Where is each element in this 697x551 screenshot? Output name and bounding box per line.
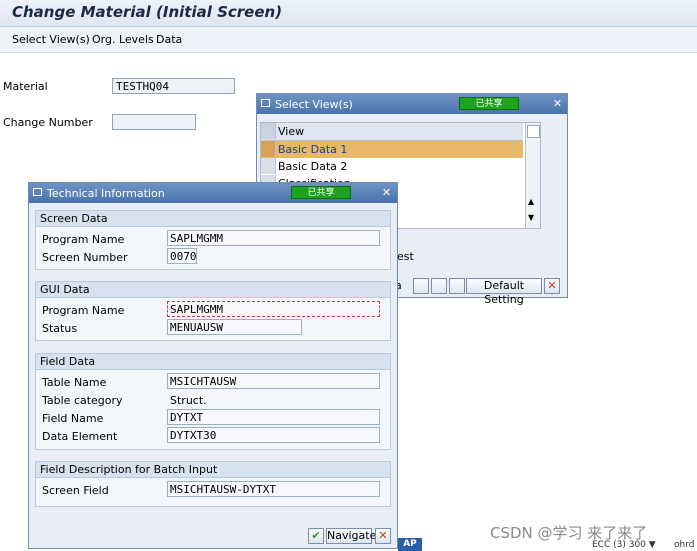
view-item-label: Basic Data 1 xyxy=(278,143,348,156)
window-icon xyxy=(261,99,270,107)
vertical-scrollbar[interactable]: ▲ ▼ xyxy=(525,123,540,228)
technical-information-dialog: Technical Information 已共享 ✕ Screen Data … xyxy=(28,182,398,549)
scroll-checkbox[interactable] xyxy=(527,125,540,138)
screen-number-label: Screen Number xyxy=(42,251,128,264)
scroll-up-icon[interactable]: ▲ xyxy=(528,197,534,206)
field-data-group: Field Data Table Name MSICHTAUSW Table c… xyxy=(35,353,391,450)
default-setting-button[interactable]: Default Setting xyxy=(466,278,542,306)
batch-input-group: Field Description for Batch Input Screen… xyxy=(35,461,391,507)
window-icon xyxy=(33,188,42,196)
change-number-input[interactable] xyxy=(112,114,196,130)
select-views-title: Select View(s) xyxy=(275,98,353,111)
view-item-label: Basic Data 2 xyxy=(278,160,348,173)
field-name-field[interactable]: DYTXT xyxy=(167,409,380,425)
deselect-all-icon[interactable] xyxy=(431,278,447,294)
watermark: CSDN @学习 来了来了 xyxy=(490,524,648,542)
group-title: Field Data xyxy=(36,354,390,370)
select-all-icon[interactable] xyxy=(413,278,429,294)
scroll-down-icon[interactable]: ▼ xyxy=(528,213,534,222)
shared-badge: 已共享 xyxy=(459,97,519,110)
change-number-label: Change Number xyxy=(3,116,93,129)
page-title: Change Material (Initial Screen) xyxy=(12,3,283,21)
group-title: Field Description for Batch Input xyxy=(36,462,390,478)
select-all-cell[interactable] xyxy=(261,123,276,139)
navigate-button[interactable]: Navigate xyxy=(326,528,376,544)
save-icon[interactable] xyxy=(449,278,465,294)
data-element-label: Data Element xyxy=(42,430,118,443)
field-name-label: Field Name xyxy=(42,412,104,425)
table-category-label: Table category xyxy=(42,394,123,407)
menu-select-views[interactable]: Select View(s) xyxy=(12,33,90,46)
table-name-label: Table Name xyxy=(42,376,107,389)
gui-program-name-label: Program Name xyxy=(42,304,125,317)
menu-org-levels[interactable]: Org. Levels xyxy=(92,33,154,46)
list-item[interactable]: Basic Data 2 xyxy=(261,158,523,175)
table-category-value: Struct. xyxy=(170,394,207,407)
technical-info-title: Technical Information xyxy=(47,187,165,200)
select-views-title-bar: Select View(s) 已共享 ✕ xyxy=(257,94,567,114)
cancel-icon[interactable]: ✕ xyxy=(544,278,560,294)
screen-field-label: Screen Field xyxy=(42,484,109,497)
program-name-field[interactable]: SAPLMGMM xyxy=(167,230,380,246)
gui-program-name-field[interactable]: SAPLMGMM xyxy=(167,301,380,317)
close-icon[interactable]: ✕ xyxy=(380,186,393,199)
column-header-view: View xyxy=(278,125,305,138)
screen-field-field[interactable]: MSICHTAUSW-DYTXT xyxy=(167,481,380,497)
group-title: Screen Data xyxy=(36,211,390,227)
cancel-icon[interactable]: ✕ xyxy=(375,528,391,544)
menu-data[interactable]: Data xyxy=(156,33,182,46)
close-icon[interactable]: ✕ xyxy=(551,97,564,110)
row-selector[interactable] xyxy=(261,141,276,157)
technical-info-title-bar: Technical Information 已共享 ✕ xyxy=(29,183,397,203)
data-element-field[interactable]: DYTXT30 xyxy=(167,427,380,443)
material-input[interactable]: TESTHQ04 xyxy=(112,78,235,94)
table-name-field[interactable]: MSICHTAUSW xyxy=(167,373,380,389)
program-name-label: Program Name xyxy=(42,233,125,246)
host-info: ohrd xyxy=(674,540,695,550)
list-item[interactable]: Basic Data 1 xyxy=(261,141,523,158)
screen-data-group: Screen Data Program Name SAPLMGMM Screen… xyxy=(35,210,391,270)
status-label: Status xyxy=(42,322,78,335)
menu-bar: Select View(s) Org. Levels Data xyxy=(0,27,697,53)
row-selector[interactable] xyxy=(261,158,276,174)
status-field[interactable]: MENUAUSW xyxy=(167,319,302,335)
partial-option-text: est xyxy=(397,250,414,263)
screen-number-field[interactable]: 0070 xyxy=(167,248,197,264)
window-title-bar: Change Material (Initial Screen) xyxy=(0,0,697,27)
views-list-header: View xyxy=(261,123,523,141)
shared-badge: 已共享 xyxy=(291,186,351,199)
ok-check-icon[interactable]: ✔ xyxy=(308,528,324,544)
group-title: GUI Data xyxy=(36,282,390,298)
material-label: Material xyxy=(3,80,48,93)
select-views-toolbar: a Default Setting ✕ xyxy=(389,276,567,306)
sap-logo: AP xyxy=(398,538,422,551)
gui-data-group: GUI Data Program Name SAPLMGMM Status ME… xyxy=(35,281,391,341)
